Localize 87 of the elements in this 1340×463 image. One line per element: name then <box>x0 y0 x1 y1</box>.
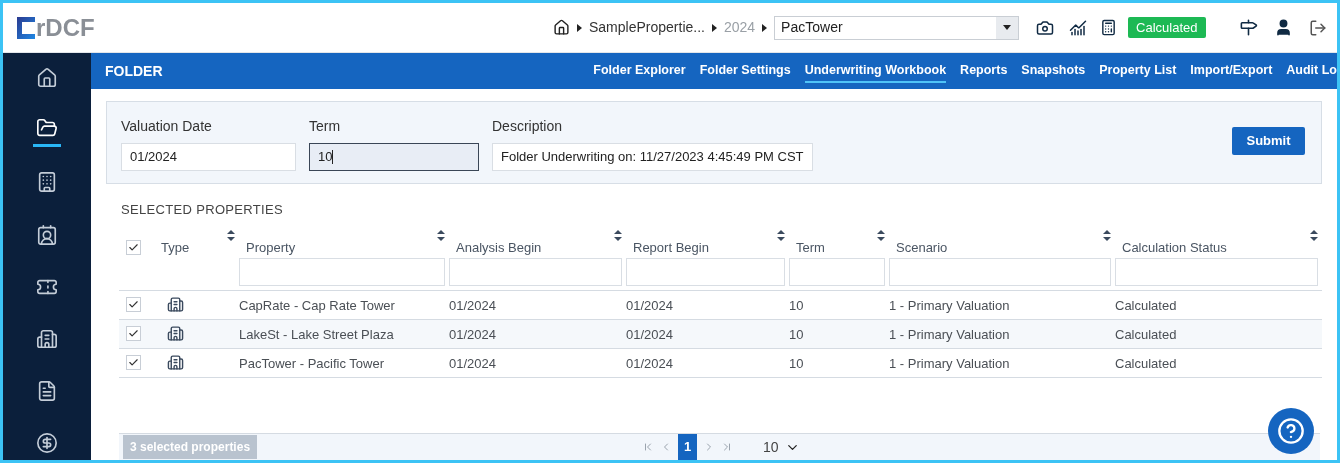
logout-icon[interactable] <box>1309 18 1327 37</box>
field-label: Term <box>309 117 342 136</box>
property-dropdown[interactable]: PacTower <box>774 15 1020 40</box>
column-header[interactable]: Calculation Status <box>1115 229 1227 257</box>
table-cell: 01/2024 <box>626 326 673 342</box>
sort-icon[interactable] <box>1103 229 1111 241</box>
table-cell: 01/2024 <box>449 326 496 342</box>
chart-icon[interactable] <box>1069 18 1088 37</box>
logo-text: rDCF <box>36 15 95 40</box>
checkbox[interactable] <box>126 239 141 255</box>
table-cell: 1 - Primary Valuation <box>889 326 1010 342</box>
checkbox[interactable] <box>126 326 141 341</box>
table-cell: 10 <box>789 355 804 371</box>
table-cell: LakeSt - Lake Street Plaza <box>239 326 394 342</box>
selection-count-badge: 3 selected properties <box>123 435 258 459</box>
column-header[interactable]: Property <box>239 229 296 257</box>
nav-tab[interactable]: Folder Settings <box>699 58 791 84</box>
help-icon <box>1277 417 1305 445</box>
building-icon <box>167 296 184 313</box>
triangle-icon <box>711 23 717 32</box>
column-header[interactable]: Report Begin <box>626 229 709 257</box>
table-cell: Calculated <box>1115 355 1177 371</box>
checkbox[interactable] <box>126 355 141 370</box>
column-header[interactable]: Scenario <box>889 229 948 257</box>
nav-tab[interactable]: Import/Export <box>1190 58 1273 84</box>
checkmark-icon <box>128 328 139 339</box>
calculator-icon[interactable] <box>1100 19 1118 36</box>
column-header[interactable]: Analysis Begin <box>449 229 542 257</box>
sort-icon[interactable] <box>227 229 235 241</box>
table-cell: 01/2024 <box>626 297 673 313</box>
nav-tab[interactable]: Underwriting Workbook <box>804 58 947 84</box>
breadcrumb-link[interactable]: SamplePropertie... <box>589 17 705 38</box>
table-cell: Calculated <box>1115 297 1177 313</box>
sort-icon[interactable] <box>877 229 885 241</box>
column-header[interactable]: Type <box>154 229 190 257</box>
page-button[interactable]: 1 <box>678 433 698 460</box>
table-cell: 1 - Primary Valuation <box>889 297 1010 313</box>
table-cell: CapRate - Cap Rate Tower <box>239 297 395 313</box>
page-size-select[interactable]: 10 <box>763 436 800 458</box>
home-icon[interactable] <box>553 19 570 36</box>
nav-tab[interactable]: Snapshots <box>1021 58 1086 84</box>
dropdown-caret-icon <box>1003 25 1012 30</box>
table-cell: PacTower - Pacific Tower <box>239 355 384 371</box>
filter-field[interactable] <box>889 257 1111 286</box>
input-field[interactable]: 10 <box>309 143 479 171</box>
sort-icon[interactable] <box>777 229 785 241</box>
nav-tab[interactable]: Property List <box>1099 58 1177 84</box>
table-cell: 10 <box>789 297 804 313</box>
triangle-icon <box>577 23 582 32</box>
logo-bracket-icon <box>17 16 35 39</box>
checkmark-icon <box>128 299 139 310</box>
table-cell: 01/2024 <box>449 355 496 371</box>
checkbox[interactable] <box>126 297 141 312</box>
help-button[interactable] <box>1268 408 1314 454</box>
checkmark-icon <box>128 357 139 368</box>
table-cell: Calculated <box>1115 326 1177 342</box>
table-cell: 10 <box>789 326 804 342</box>
sort-icon[interactable] <box>437 229 445 241</box>
filter-field[interactable] <box>239 257 445 286</box>
filter-field[interactable] <box>626 257 785 286</box>
input-field[interactable]: Folder Underwriting on: 11/27/2023 4:45:49 PM CST <box>492 143 813 171</box>
status-badge: Calculated <box>1128 16 1206 39</box>
checkmark-icon <box>128 241 139 253</box>
building-icon <box>167 354 184 371</box>
user-icon[interactable] <box>1274 18 1293 37</box>
table-cell: 01/2024 <box>626 355 673 371</box>
table-cell: 01/2024 <box>449 297 496 313</box>
table-cell: 1 - Primary Valuation <box>889 355 1010 371</box>
field-label: Valuation Date <box>121 117 213 136</box>
input-field[interactable]: 01/2024 <box>121 143 296 171</box>
filter-field[interactable] <box>789 257 885 286</box>
filter-field[interactable] <box>449 257 622 286</box>
sort-icon[interactable] <box>614 229 622 241</box>
triangle-icon <box>762 23 768 32</box>
nav-tab[interactable]: Folder Explorer <box>593 58 686 84</box>
filter-field[interactable] <box>1115 257 1318 286</box>
signpost-icon[interactable] <box>1239 18 1258 37</box>
nav-tab[interactable]: Reports <box>960 58 1008 84</box>
section-title: FOLDER <box>105 61 163 81</box>
sort-icon[interactable] <box>1310 229 1318 241</box>
column-header[interactable]: Term <box>789 229 825 257</box>
camera-icon[interactable] <box>1036 18 1055 37</box>
submit-button[interactable]: Submit <box>1232 127 1305 155</box>
nav-tab[interactable]: Audit Lo <box>1286 58 1337 84</box>
building-icon <box>167 325 184 342</box>
table-title: SELECTED PROPERTIES <box>121 201 284 219</box>
field-label: Description <box>492 117 564 136</box>
